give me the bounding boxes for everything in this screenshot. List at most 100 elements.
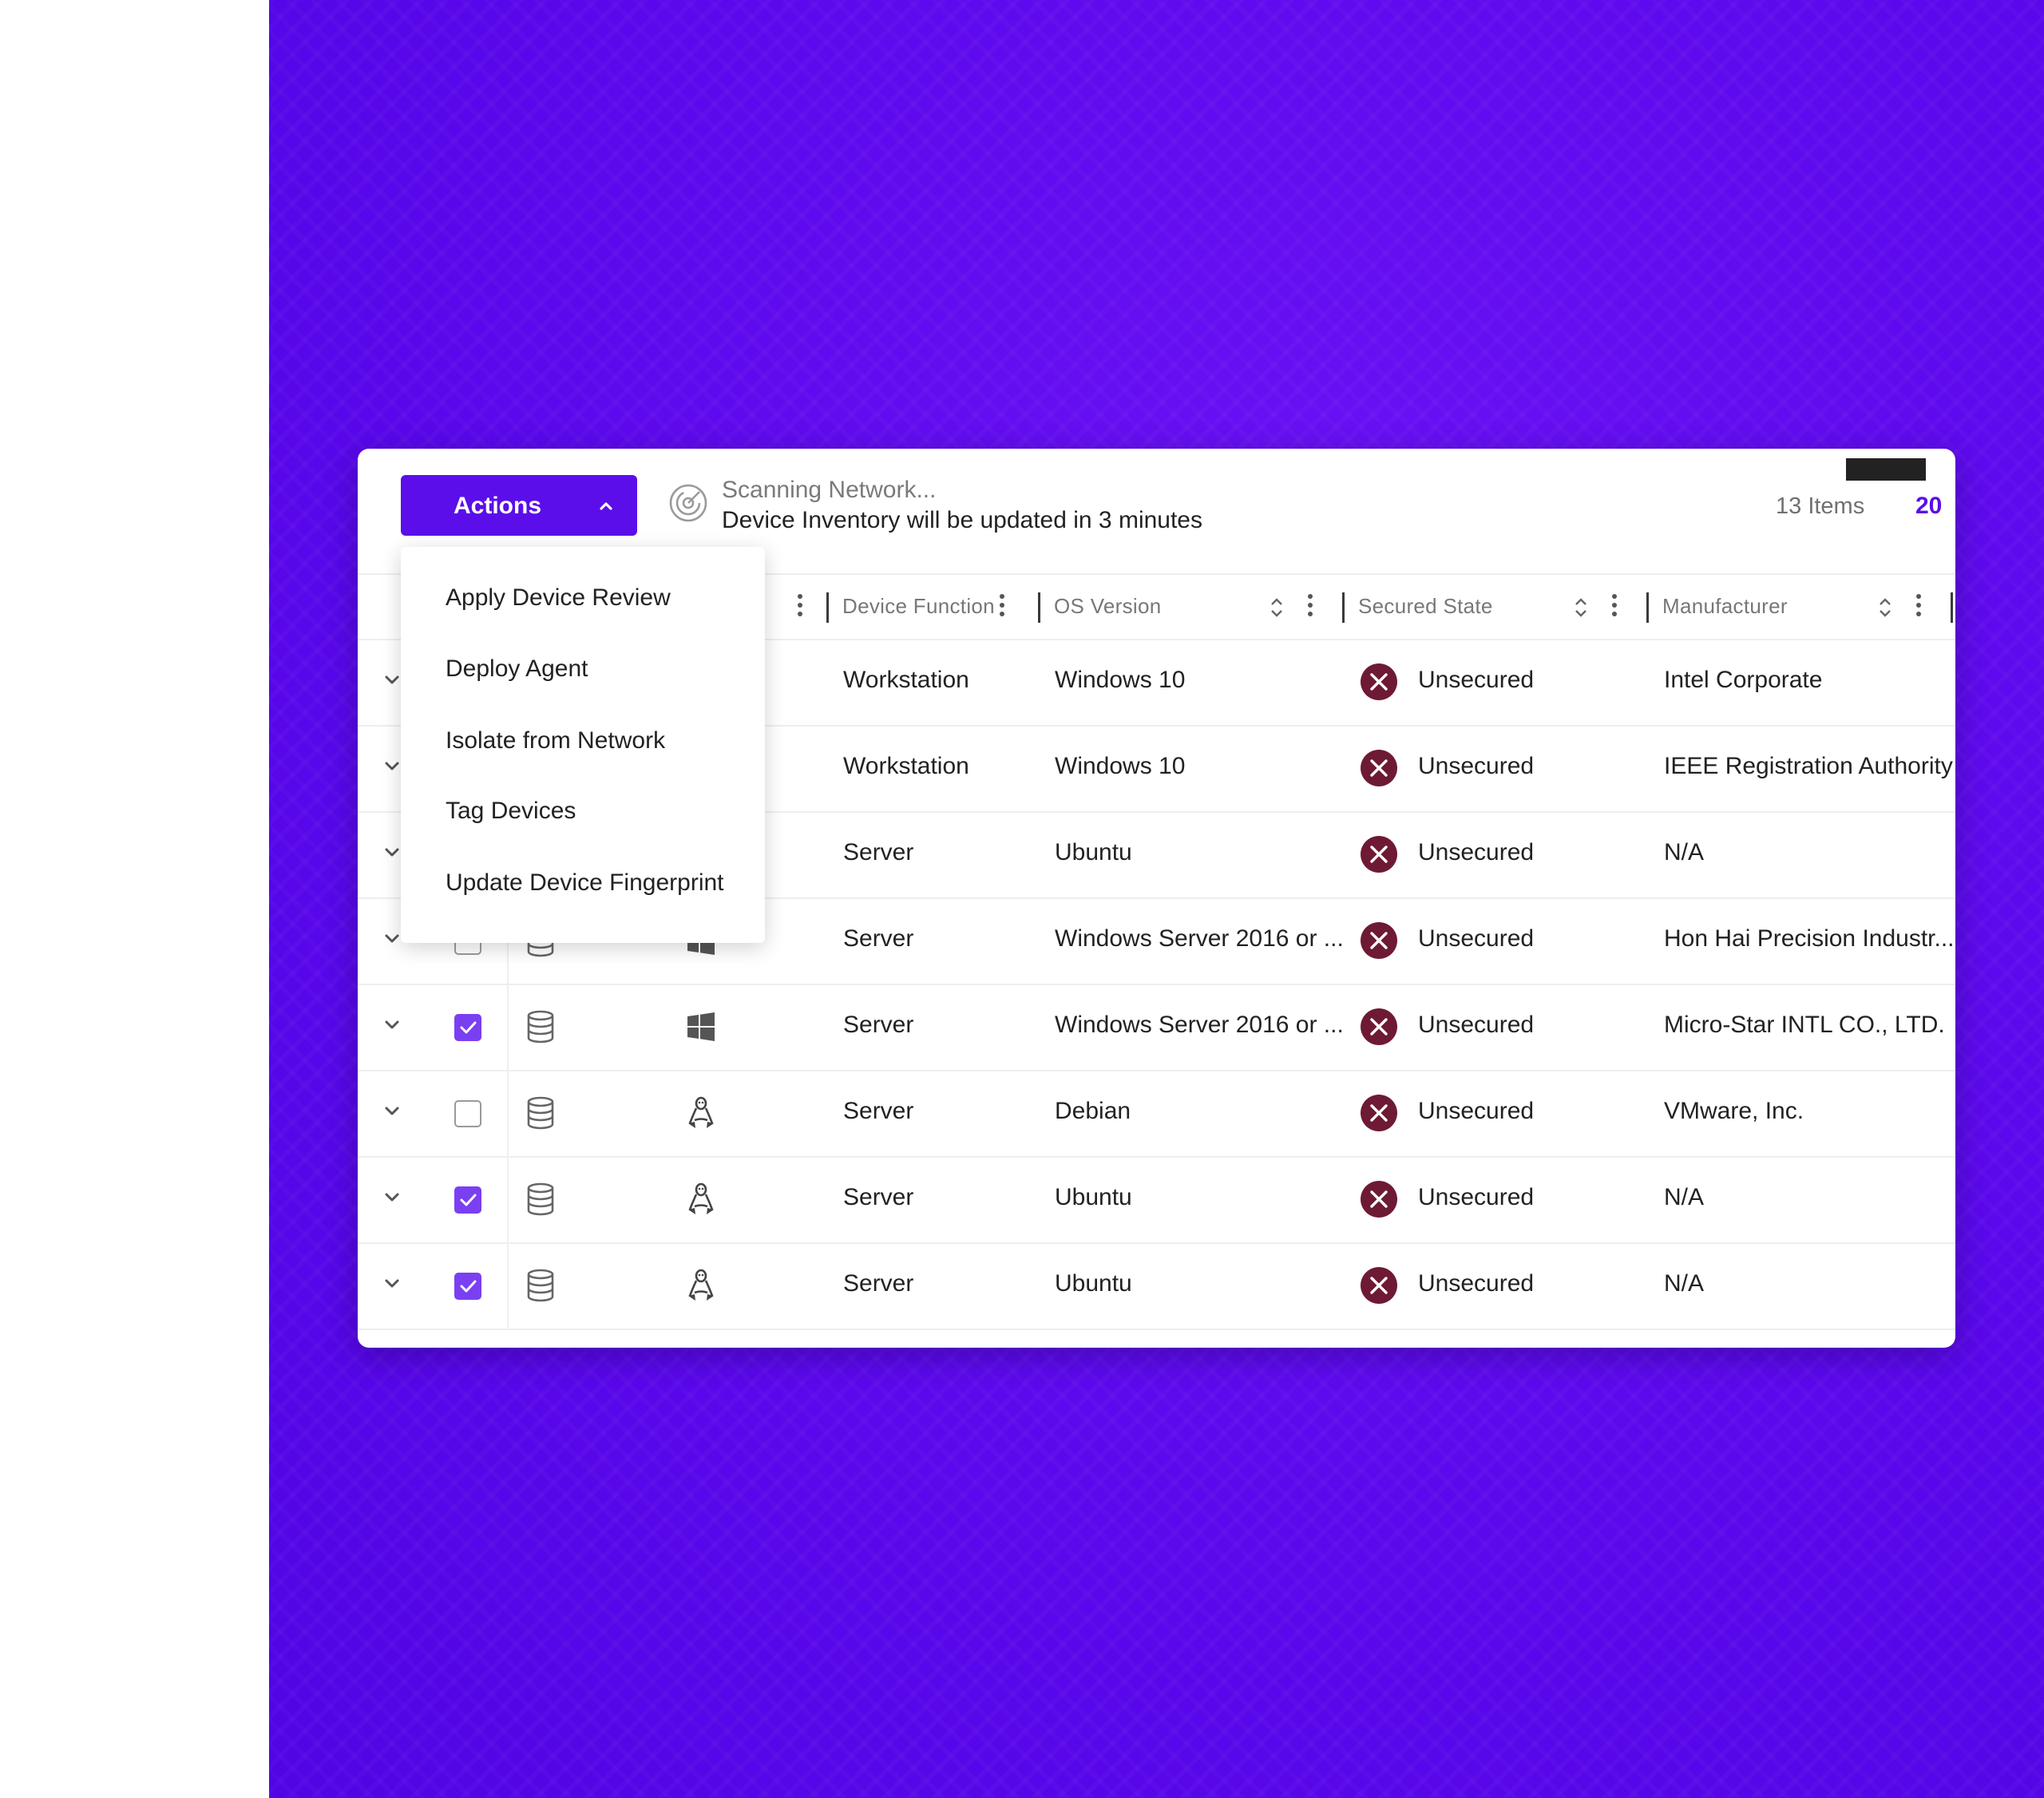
- column-divider: [1038, 592, 1040, 623]
- menu-item-update-device-fingerprint[interactable]: Update Device Fingerprint: [446, 869, 724, 897]
- manufacturer-cell: N/A: [1664, 839, 1705, 865]
- device-function-cell: Workstation: [843, 753, 969, 779]
- secured-state-cell: Unsecured: [1418, 839, 1535, 865]
- unsecured-x-icon: [1361, 1267, 1397, 1304]
- manufacturer-cell: VMware, Inc.: [1664, 1098, 1804, 1124]
- os-version-cell: Windows 10: [1055, 667, 1186, 693]
- column-header-label: OS Version: [1054, 594, 1162, 618]
- secured-state-cell: Unsecured: [1418, 1098, 1535, 1124]
- database-icon: [527, 1182, 554, 1216]
- items-count: 13 Items: [1776, 493, 1865, 519]
- linux-icon: [688, 1096, 714, 1128]
- chevron-down-icon[interactable]: [382, 669, 402, 690]
- column-divider: [507, 984, 509, 1070]
- column-header-label: Device Function: [842, 594, 995, 618]
- unsecured-x-icon: [1361, 1181, 1397, 1218]
- column-divider: [1342, 592, 1345, 623]
- os-version-cell: Windows Server 2016 or ...: [1055, 925, 1344, 952]
- chevron-down-icon[interactable]: [382, 755, 402, 776]
- scan-status-subtitle: Device Inventory will be updated in 3 mi…: [722, 507, 1202, 533]
- chevron-down-icon[interactable]: [382, 1100, 402, 1121]
- os-version-cell: Ubuntu: [1055, 839, 1132, 865]
- scan-radar-icon: [669, 484, 707, 522]
- secured-state-cell: Unsecured: [1418, 925, 1535, 952]
- column-header-device-function[interactable]: Device Function: [826, 575, 1038, 639]
- table-row[interactable]: Server Debian Unsecured VMware, Inc.: [358, 1070, 1955, 1158]
- unsecured-x-icon: [1361, 1008, 1397, 1045]
- column-menu-icon[interactable]: [797, 594, 803, 620]
- sort-icon[interactable]: [1574, 596, 1588, 620]
- row-checkbox[interactable]: [454, 1186, 481, 1214]
- device-function-cell: Server: [843, 925, 914, 952]
- os-version-cell: Debian: [1055, 1098, 1131, 1124]
- linux-icon: [688, 1182, 714, 1214]
- chevron-down-icon[interactable]: [382, 1186, 402, 1207]
- column-divider: [826, 592, 829, 623]
- column-divider: [507, 1070, 509, 1156]
- sort-icon[interactable]: [1270, 596, 1284, 620]
- manufacturer-cell: IEEE Registration Authority: [1664, 753, 1953, 779]
- secured-state-cell: Unsecured: [1418, 753, 1535, 779]
- unsecured-x-icon: [1361, 836, 1397, 873]
- manufacturer-cell: N/A: [1664, 1270, 1705, 1297]
- menu-item-deploy-agent[interactable]: Deploy Agent: [446, 655, 588, 683]
- unsecured-x-icon: [1361, 663, 1397, 700]
- device-function-cell: Workstation: [843, 667, 969, 693]
- menu-item-apply-device-review[interactable]: Apply Device Review: [446, 584, 671, 612]
- device-inventory-card: Actions Scanning Network... Device Inven…: [358, 449, 1955, 1348]
- device-function-cell: Server: [843, 839, 914, 865]
- chevron-down-icon[interactable]: [382, 1014, 402, 1035]
- device-function-cell: Server: [843, 1184, 914, 1210]
- column-menu-icon[interactable]: [1307, 594, 1313, 620]
- unsecured-x-icon: [1361, 1095, 1397, 1131]
- device-function-cell: Server: [843, 1270, 914, 1297]
- column-menu-icon[interactable]: [1915, 594, 1922, 620]
- chevron-down-icon[interactable]: [382, 842, 402, 862]
- table-row[interactable]: Server Ubuntu Unsecured N/A: [358, 1156, 1955, 1244]
- secured-state-cell: Unsecured: [1418, 1184, 1535, 1210]
- page-size-selector[interactable]: 20: [1915, 493, 1942, 520]
- manufacturer-cell: Intel Corporate: [1664, 667, 1823, 693]
- column-header-label: Manufacturer: [1662, 594, 1788, 618]
- column-header-label: Secured State: [1358, 594, 1493, 618]
- database-icon: [527, 1269, 554, 1302]
- row-checkbox[interactable]: [454, 1100, 481, 1127]
- table-row[interactable]: Server Windows Server 2016 or ... Unsecure…: [358, 984, 1955, 1071]
- secured-state-cell: Unsecured: [1418, 667, 1535, 693]
- manufacturer-cell: N/A: [1664, 1184, 1705, 1210]
- row-checkbox[interactable]: [454, 1014, 481, 1041]
- secured-state-cell: Unsecured: [1418, 1270, 1535, 1297]
- chevron-down-icon[interactable]: [382, 1273, 402, 1293]
- os-version-cell: Windows 10: [1055, 753, 1186, 779]
- table-row[interactable]: Server Ubuntu Unsecured N/A: [358, 1242, 1955, 1330]
- column-header-manufacturer[interactable]: Manufacturer: [1646, 575, 1955, 639]
- column-menu-icon[interactable]: [1611, 594, 1618, 620]
- column-divider: [507, 1242, 509, 1329]
- actions-button[interactable]: Actions: [401, 475, 637, 536]
- actions-dropdown-menu: Apply Device Review Deploy Agent Isolate…: [401, 547, 765, 943]
- device-function-cell: Server: [843, 1098, 914, 1124]
- column-menu-icon[interactable]: [999, 594, 1005, 620]
- sort-icon[interactable]: [1878, 596, 1892, 620]
- column-divider: [1951, 592, 1953, 623]
- actions-button-label: Actions: [454, 493, 542, 519]
- column-header-os-version[interactable]: OS Version: [1038, 575, 1342, 639]
- redacted-block: [1846, 458, 1926, 481]
- column-header-secured-state[interactable]: Secured State: [1342, 575, 1646, 639]
- menu-item-tag-devices[interactable]: Tag Devices: [446, 798, 576, 825]
- left-blank-area: [0, 0, 269, 1798]
- menu-item-isolate-from-network[interactable]: Isolate from Network: [446, 727, 665, 754]
- windows-icon: [687, 1012, 715, 1041]
- unsecured-x-icon: [1361, 750, 1397, 786]
- chevron-up-icon: [600, 502, 612, 510]
- os-version-cell: Ubuntu: [1055, 1270, 1132, 1297]
- chevron-down-icon[interactable]: [382, 928, 402, 949]
- manufacturer-cell: Micro-Star INTL CO., LTD.: [1664, 1012, 1945, 1038]
- secured-state-cell: Unsecured: [1418, 1012, 1535, 1038]
- unsecured-x-icon: [1361, 922, 1397, 959]
- linux-icon: [688, 1269, 714, 1301]
- column-divider: [507, 1156, 509, 1242]
- database-icon: [527, 1096, 554, 1130]
- row-checkbox[interactable]: [454, 1273, 481, 1300]
- os-version-cell: Ubuntu: [1055, 1184, 1132, 1210]
